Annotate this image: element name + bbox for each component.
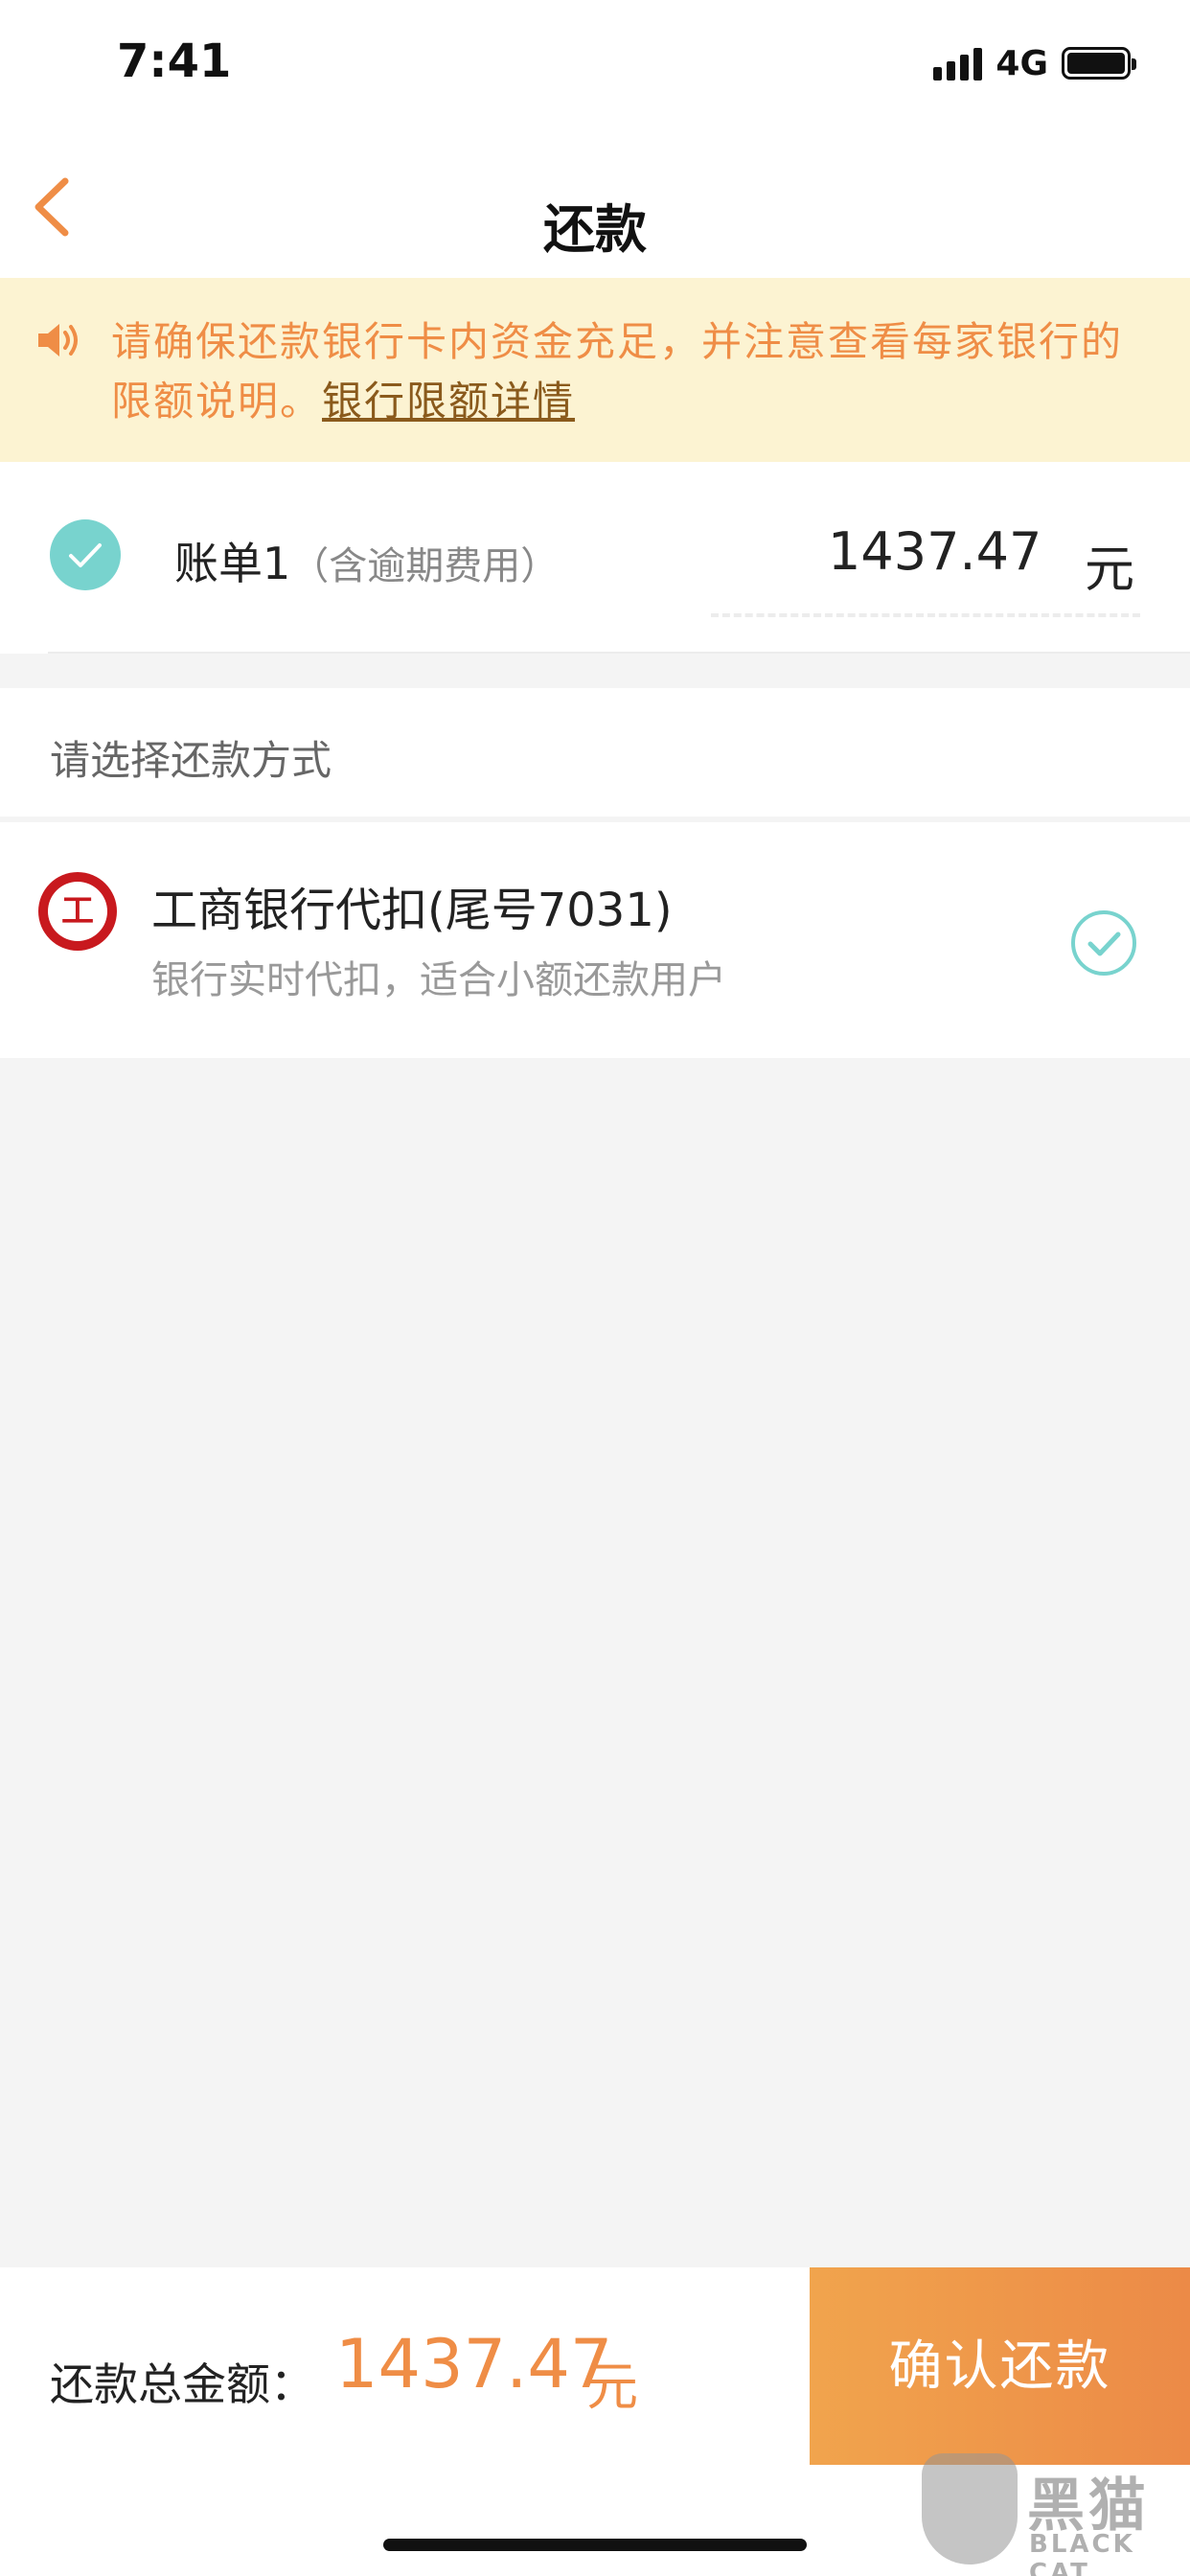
home-indicator[interactable] [383, 2539, 807, 2551]
status-indicators: 4G [933, 43, 1136, 83]
speaker-icon [38, 324, 78, 356]
watermark-subtext: BLACK CAT [1029, 2530, 1135, 2576]
total-label: 还款总金额： [50, 2358, 314, 2410]
check-icon [69, 543, 102, 567]
network-type: 4G [995, 43, 1048, 83]
bank-logo-icon: 工 [38, 872, 117, 951]
battery-icon [1062, 47, 1136, 80]
notice-message: 请确保还款银行卡内资金充足，并注意查看每家银行的限额说明。 [111, 318, 1124, 425]
payment-method-icbc[interactable]: 工 工商银行代扣(尾号7031) 银行实时代扣，适合小额还款用户 [0, 822, 1190, 1058]
notice-banner: 请确保还款银行卡内资金充足，并注意查看每家银行的限额说明。银行限额详情 [0, 278, 1190, 462]
notice-text: 请确保还款银行卡内资金充足，并注意查看每家银行的限额说明。银行限额详情 [111, 312, 1146, 431]
bill-amount: 1437.47 [828, 521, 1042, 582]
page-title: 还款 [543, 199, 647, 260]
status-time: 7:41 [117, 34, 232, 88]
bill-title: 账单1（含逾期费用） [174, 529, 559, 592]
bank-logo-glyph: 工 [61, 892, 94, 931]
selected-check-icon[interactable] [1069, 908, 1138, 978]
cat-shield-icon [922, 2453, 1018, 2564]
bill-item: 账单1（含逾期费用） 1437.47 元 [0, 462, 1190, 654]
confirm-repayment-button[interactable]: 确认还款 [810, 2267, 1190, 2465]
section-title: 请选择还款方式 [50, 737, 332, 784]
watermark-logo: 黑猫 BLACK CAT [922, 2453, 1182, 2576]
bill-subtitle: （含逾期费用） [290, 544, 560, 588]
status-bar: 7:41 4G [0, 0, 1190, 129]
divider [711, 613, 1140, 617]
payment-method-description: 银行实时代扣，适合小额还款用户 [151, 958, 726, 1002]
total-amount: 1437.47 [335, 2325, 613, 2404]
nav-bar: 还款 [0, 129, 1190, 278]
bill-unit: 元 [1085, 541, 1135, 599]
signal-icon [933, 46, 983, 80]
bill-name: 账单1 [174, 538, 291, 589]
bank-limit-link[interactable]: 银行限额详情 [322, 378, 575, 425]
payment-section-header: 请选择还款方式 [0, 688, 1190, 816]
bill-checkbox[interactable] [50, 519, 121, 590]
total-unit: 元 [586, 2357, 638, 2417]
divider [48, 652, 1190, 654]
payment-method-name: 工商银行代扣(尾号7031) [151, 884, 673, 937]
